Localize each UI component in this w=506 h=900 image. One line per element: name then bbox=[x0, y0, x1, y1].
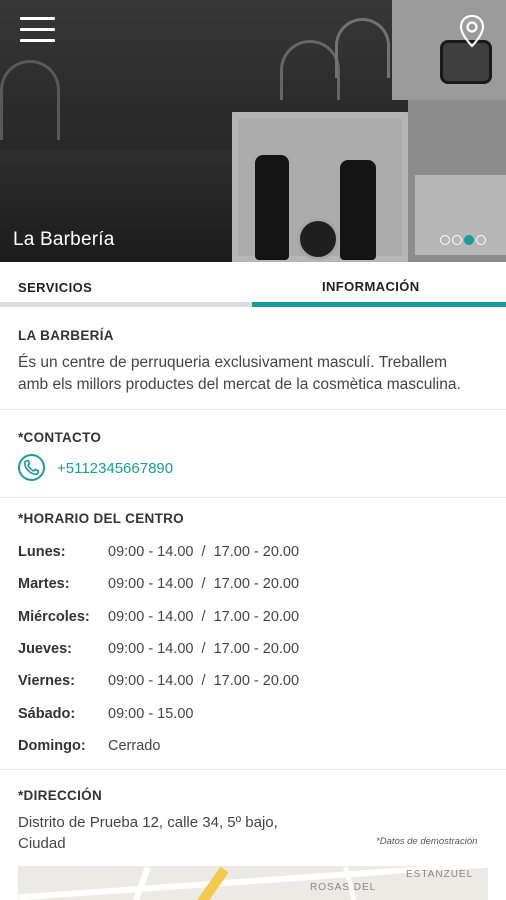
address-line: Ciudad bbox=[18, 835, 66, 852]
schedule-row: Jueves: 09:00 - 14.00 / 17.00 - 20.00 bbox=[18, 641, 498, 663]
schedule-row: Sábado: 09:00 - 15.00 bbox=[18, 706, 498, 728]
schedule-hours: 09:00 - 14.00 / 17.00 - 20.00 bbox=[108, 544, 300, 560]
schedule-section bbox=[0, 498, 506, 770]
about-description-line: amb els millors productes del mercat de … bbox=[18, 376, 461, 393]
phone-link[interactable]: +5112345667890 bbox=[57, 460, 173, 477]
schedule-hours: 09:00 - 14.00 / 17.00 - 20.00 bbox=[108, 576, 300, 593]
schedule-day: Lunes: bbox=[18, 544, 66, 560]
schedule-day: Martes: bbox=[18, 576, 70, 593]
schedule-day: Jueves: bbox=[18, 640, 73, 657]
address-title: *DIRECCIÓN bbox=[18, 788, 103, 803]
schedule-row: Martes: 09:00 - 14.00 / 17.00 - 20.00 bbox=[18, 576, 498, 598]
hero-image bbox=[0, 0, 506, 262]
about-description-line: És un centre de perruqueria exclusivamen… bbox=[18, 354, 448, 371]
schedule-hours: 09:00 - 15.00 bbox=[108, 705, 194, 722]
hamburger-menu-icon[interactable] bbox=[20, 17, 55, 43]
address-text: Distrito de Prueba 12, calle 34, 5º bajo… bbox=[18, 812, 318, 854]
map-pin-icon[interactable] bbox=[458, 14, 486, 48]
schedule-day: Domingo: bbox=[18, 737, 86, 754]
phone-icon[interactable] bbox=[18, 454, 45, 481]
slide-dot[interactable] bbox=[452, 235, 462, 245]
about-description: És un centre de perruqueria exclusivamen… bbox=[18, 352, 506, 396]
schedule-hours: Cerrado bbox=[108, 737, 161, 754]
map-road bbox=[131, 866, 151, 900]
contact-section bbox=[0, 410, 506, 498]
schedule-row: Miércoles: 09:00 - 14.00 / 17.00 - 20.00 bbox=[18, 609, 498, 631]
tab-label: SERVICIOS bbox=[18, 280, 93, 295]
hero-title: La Barbería bbox=[13, 229, 115, 250]
map-label: ROSAS DEL bbox=[310, 882, 377, 893]
schedule-row: Viernes: 09:00 - 14.00 / 17.00 - 20.00 bbox=[18, 673, 498, 695]
contact-title: *CONTACTO bbox=[18, 430, 102, 445]
schedule-hours: 09:00 - 14.00 / 17.00 - 20.00 bbox=[108, 673, 300, 690]
schedule-hours: 09:00 - 14.00 / 17.00 - 20.00 bbox=[108, 640, 300, 657]
location-map[interactable]: ROSAS DEL ESTANZUEL bbox=[18, 866, 488, 900]
hero-overlay bbox=[0, 0, 506, 262]
schedule-day: Miércoles: bbox=[18, 608, 90, 625]
schedule-row: Domingo: Cerrado bbox=[18, 738, 498, 760]
slide-dot[interactable] bbox=[476, 235, 486, 245]
tab-underline-active bbox=[252, 302, 506, 307]
slide-dot[interactable] bbox=[440, 235, 450, 245]
map-label: ESTANZUEL bbox=[406, 869, 474, 880]
schedule-title: *HORARIO DEL CENTRO bbox=[18, 511, 184, 526]
address-line: Distrito de Prueba 12, calle 34, 5º bajo… bbox=[18, 814, 278, 831]
slide-indicator bbox=[440, 235, 486, 245]
schedule-day: Viernes: bbox=[18, 673, 75, 690]
schedule-row: Lunes: 09:00 - 14.00 / 17.00 - 20.00 bbox=[18, 544, 498, 566]
about-title: LA BARBERÍA bbox=[18, 328, 114, 343]
slide-dot[interactable] bbox=[464, 235, 474, 245]
schedule-day: Sábado: bbox=[18, 705, 76, 722]
schedule-hours: 09:00 - 14.00 / 17.00 - 20.00 bbox=[108, 608, 300, 625]
tab-underline-inactive bbox=[0, 302, 252, 307]
tab-label: INFORMACIÓN bbox=[322, 279, 420, 294]
demo-note: *Datos de demostración bbox=[376, 836, 478, 847]
